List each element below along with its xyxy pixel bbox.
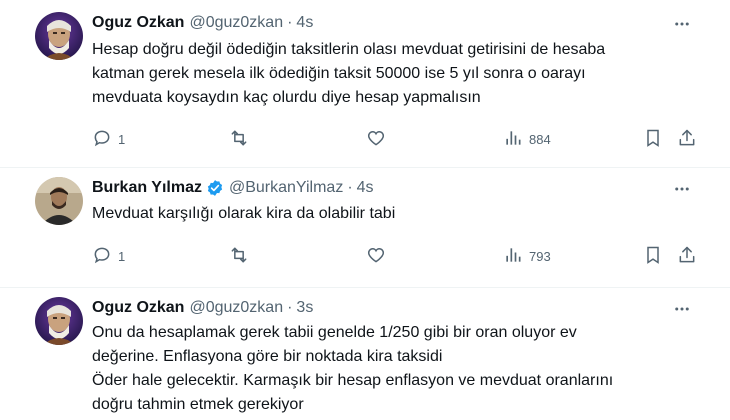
author-handle[interactable]: @BurkanYilmaz [229,179,343,197]
tweet-text-line: Onu da hesaplamak gerek tabii genelde 1/… [92,324,577,341]
tweet-text-line: doğru tahmin etmek gerekiyor [92,396,304,413]
bookmark-button[interactable] [643,245,663,267]
like-button[interactable] [366,128,386,150]
tweet-text-line: katman gerek mesela ilk ödediğin taksit … [92,65,586,82]
tweet-text: Hesap doğru değil ödediğin taksitlerin o… [92,38,702,110]
tweet-text-line: mevduata koysaydın kaç olurdu diye hesap… [92,89,481,106]
author-name[interactable]: Oguz Ozkan [92,14,184,32]
avatar[interactable] [35,297,83,345]
views-icon [503,128,523,151]
like-button[interactable] [366,245,386,267]
views-count: 884 [529,131,551,147]
views-count: 793 [529,248,551,264]
separator-dot: · [347,179,353,196]
avatar[interactable] [35,177,83,225]
tweet-header: Oguz Ozkan @0guz0zkan · 4s [92,12,313,34]
tweet-text-line: Mevduat karşılığı olarak kira da olabili… [92,205,396,222]
tweet[interactable]: Burkan Yılmaz @BurkanYilmaz · 4s Mevduat… [0,169,730,288]
author-name[interactable]: Burkan Yılmaz [92,179,202,197]
tweet-text-line: değerine. Enflasyona göre bir noktada ki… [92,348,443,365]
tweet-text: Onu da hesaplamak gerek tabii genelde 1/… [92,321,702,417]
retweet-icon [229,245,249,268]
views-button[interactable]: 793 [503,245,551,267]
tweet-text-line: Hesap doğru değil ödediğin taksitlerin o… [92,41,606,58]
retweet-icon [229,128,249,151]
tweet-text: Mevduat karşılığı olarak kira da olabili… [92,202,702,226]
more-icon[interactable] [672,179,692,199]
reply-button[interactable]: 1 [92,245,125,267]
reply-icon [92,128,112,151]
separator-dot: · [287,14,293,31]
reply-icon [92,245,112,268]
more-icon[interactable] [672,14,692,34]
author-handle[interactable]: @0guz0zkan [189,299,283,317]
reply-button[interactable]: 1 [92,128,125,150]
verified-badge-icon [206,179,224,197]
action-bar: 1 793 [92,245,702,267]
share-button[interactable] [677,245,697,267]
bookmark-button[interactable] [643,128,663,150]
share-icon [677,245,697,268]
timestamp[interactable]: 4s [296,14,313,32]
bookmark-icon [643,128,663,151]
retweet-button[interactable] [229,128,249,150]
tweet-header: Oguz Ozkan @0guz0zkan · 3s [92,297,313,319]
views-icon [503,245,523,268]
timestamp[interactable]: 4s [357,179,374,197]
bookmark-icon [643,245,663,268]
tweet[interactable]: Oguz Ozkan @0guz0zkan · 4s Hesap doğru d… [0,0,730,168]
share-icon [677,128,697,151]
views-button[interactable]: 884 [503,128,551,150]
separator-dot: · [287,299,293,316]
tweet-header: Burkan Yılmaz @BurkanYilmaz · 4s [92,177,374,199]
share-button[interactable] [677,128,697,150]
more-icon[interactable] [672,299,692,319]
reply-count: 1 [118,248,126,264]
tweet-text-line: Öder hale gelecektir. Karmaşık bir hesap… [92,372,614,389]
author-name[interactable]: Oguz Ozkan [92,299,184,317]
tweet[interactable]: Oguz Ozkan @0guz0zkan · 3s Onu da hesapl… [0,289,730,420]
timestamp[interactable]: 3s [296,299,313,317]
author-handle[interactable]: @0guz0zkan [189,14,283,32]
reply-count: 1 [118,131,126,147]
retweet-button[interactable] [229,245,249,267]
like-icon [366,128,386,151]
avatar[interactable] [35,12,83,60]
action-bar: 1 884 [92,128,702,150]
like-icon [366,245,386,268]
